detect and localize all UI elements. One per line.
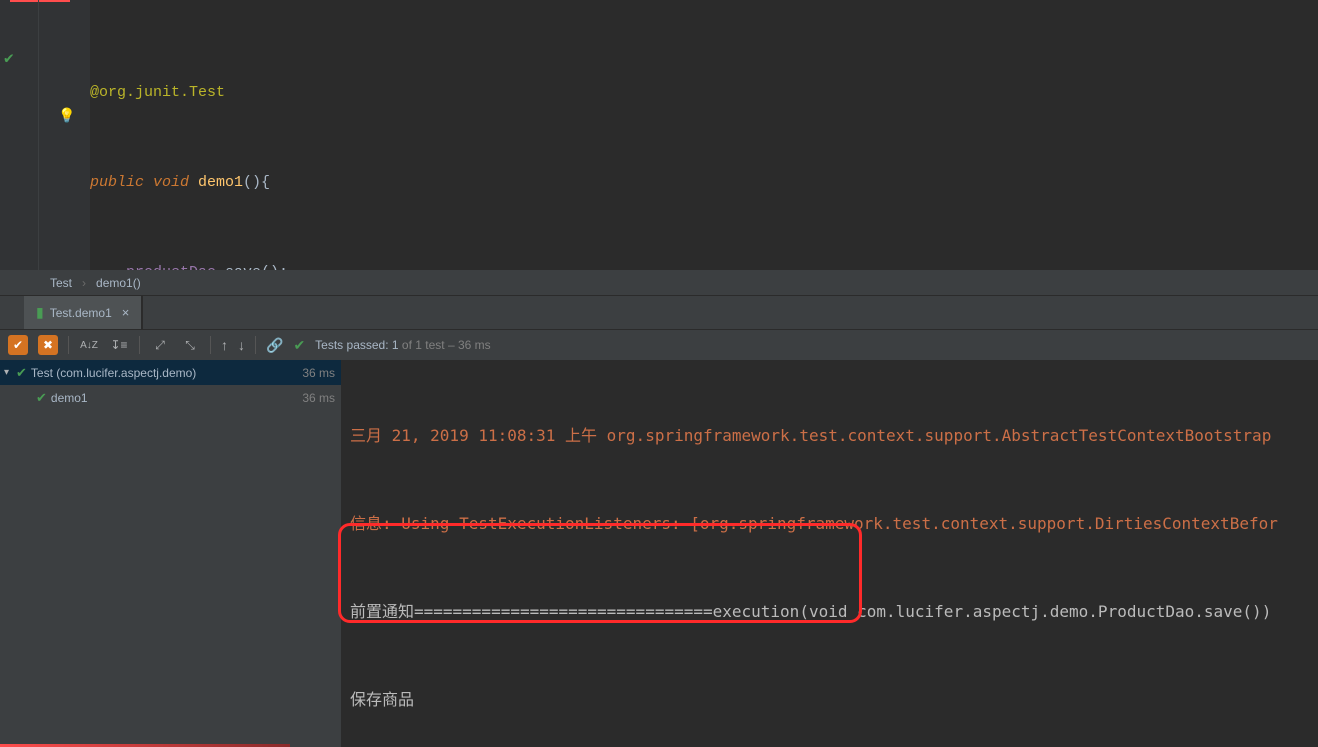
console-output[interactable]: 三月 21, 2019 11:08:31 上午 org.springframew… [342, 360, 1318, 747]
annotation: @org.junit.Test [90, 84, 225, 101]
tree-item[interactable]: ✔ demo1 36 ms [0, 385, 341, 410]
method-sig: (){ [243, 174, 270, 191]
change-marker [10, 0, 70, 2]
expand-all-icon[interactable]: ⤢ [150, 335, 170, 355]
breadcrumb: Test › demo1() [0, 270, 1318, 295]
next-failed-icon[interactable]: ↓ [238, 337, 245, 353]
code-area[interactable]: @org.junit.Test public void demo1(){ pro… [90, 0, 1318, 270]
tree-root[interactable]: ▾ ✔ Test (com.lucifer.aspectj.demo) 36 m… [0, 360, 341, 385]
tab-spacer [142, 296, 1318, 329]
sort-alpha-icon[interactable]: A↓Z [79, 335, 99, 355]
console-line: 三月 21, 2019 11:08:31 上午 org.springframew… [350, 414, 1318, 458]
collapse-all-icon[interactable]: ⤡ [180, 335, 200, 355]
run-gutter-icon[interactable]: ✔ [4, 48, 14, 67]
gutter: ✔ 💡 [0, 0, 90, 270]
editor: ✔ 💡 @org.junit.Test public void demo1(){… [0, 0, 1318, 270]
intention-bulb-icon[interactable]: 💡 [58, 108, 75, 124]
console-line: 前置通知===============================execu… [350, 590, 1318, 634]
keyword-void: void [153, 174, 198, 191]
test-class-icon: ▮ [36, 304, 44, 321]
breadcrumb-sep: › [82, 276, 86, 290]
keyword-public: public [90, 174, 153, 191]
tree-item-time: 36 ms [302, 391, 341, 405]
prev-failed-icon[interactable]: ↑ [221, 337, 228, 353]
run-tabs: ▮ Test.demo1 × [0, 295, 1318, 330]
show-passed-icon[interactable]: ✔ [8, 335, 28, 355]
tree-root-time: 36 ms [302, 366, 341, 380]
gutter-line [38, 0, 39, 270]
breadcrumb-method[interactable]: demo1() [96, 276, 141, 290]
tree-root-label: Test (com.lucifer.aspectj.demo) [31, 366, 302, 380]
tree-expand-icon[interactable]: ▾ [4, 367, 16, 378]
test-tree: ▾ ✔ Test (com.lucifer.aspectj.demo) 36 m… [0, 360, 342, 747]
test-panel: ▾ ✔ Test (com.lucifer.aspectj.demo) 36 m… [0, 360, 1318, 747]
method-name: demo1 [198, 174, 243, 191]
sort-duration-icon[interactable]: ↧≡ [109, 335, 129, 355]
tree-ok-icon: ✔ [36, 390, 47, 406]
run-tab[interactable]: ▮ Test.demo1 × [24, 296, 142, 329]
link-icon[interactable]: 🔗 [266, 337, 283, 354]
console-line: 信息: Using TestExecutionListeners: [org.s… [350, 502, 1318, 546]
breadcrumb-class[interactable]: Test [50, 276, 72, 290]
tree-ok-icon: ✔ [16, 365, 27, 381]
test-status-icon: ✔ [293, 337, 305, 354]
tree-item-label: demo1 [51, 391, 302, 405]
tests-passed-text: Tests passed: 1 of 1 test – 36 ms [315, 338, 490, 352]
show-ignored-icon[interactable]: ✖ [38, 335, 58, 355]
console-line: 保存商品 [350, 678, 1318, 722]
run-tab-label: Test.demo1 [50, 306, 112, 320]
close-icon[interactable]: × [122, 305, 130, 320]
call: .save(); [216, 264, 288, 270]
field-ref: productDao [126, 264, 216, 270]
test-toolbar: ✔ ✖ A↓Z ↧≡ ⤢ ⤡ ↑ ↓ 🔗 ✔ Tests passed: 1 o… [0, 330, 1318, 360]
